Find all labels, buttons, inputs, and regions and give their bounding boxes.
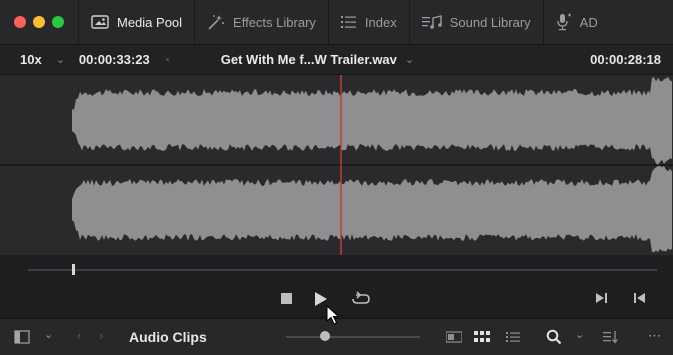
next-frame-icon[interactable] [595, 291, 609, 309]
tab-adr[interactable]: AD [542, 0, 610, 44]
thumbnail-view-icon[interactable] [446, 331, 462, 343]
chevron-down-icon[interactable]: ⌄ [44, 328, 53, 341]
chevron-down-icon[interactable]: ⌄ [575, 328, 584, 341]
tab-label: Index [364, 14, 397, 30]
tab-label: AD [579, 14, 598, 30]
tab-label: Sound Library [449, 14, 531, 30]
zoom-level-dropdown[interactable]: 10x [20, 52, 42, 67]
effects-wand-icon [207, 14, 225, 30]
chevron-down-icon[interactable]: ⌄ [56, 53, 65, 66]
scrubber-track[interactable] [28, 269, 657, 271]
more-icon[interactable]: ⋯ [648, 328, 662, 344]
mouse-cursor-icon [326, 304, 340, 330]
timecode-duration: 00:00:33:23 [78, 52, 150, 67]
media-pool-icon [91, 14, 109, 30]
chevron-down-icon[interactable]: ⌄ [405, 53, 414, 66]
index-list-icon [340, 15, 357, 29]
clip-name-dropdown[interactable]: Get With Me f...W Trailer.wav [221, 52, 397, 67]
sound-library-icon [421, 15, 442, 29]
loop-icon[interactable] [350, 291, 372, 311]
slider-handle[interactable] [320, 331, 330, 341]
tab-sound-library[interactable]: Sound Library [408, 0, 543, 44]
prev-clip-icon[interactable] [633, 291, 647, 309]
zoom-window-button[interactable] [52, 16, 64, 28]
bin-title: Audio Clips [129, 329, 207, 345]
thumbnail-size-slider[interactable] [286, 336, 420, 338]
close-window-button[interactable] [14, 16, 26, 28]
waveform-svg [0, 75, 673, 255]
list-view-icon[interactable] [506, 330, 520, 344]
waveform-channel-2 [72, 165, 672, 253]
waveform-channel-1 [72, 77, 672, 165]
scrubber-handle[interactable] [72, 264, 75, 275]
timecode-playhead: 00:00:28:18 [590, 52, 661, 67]
viewer-header: 10x ⌄ 00:00:33:23 Get With Me f...W Trai… [0, 45, 673, 75]
grid-view-icon[interactable] [474, 330, 490, 344]
adr-mic-icon [556, 13, 572, 31]
tab-media-pool[interactable]: Media Pool [78, 0, 194, 44]
minimize-window-button[interactable] [33, 16, 45, 28]
scrubber-bar[interactable] [0, 255, 673, 285]
sort-icon[interactable] [603, 330, 619, 344]
stop-icon[interactable] [280, 291, 294, 309]
tab-effects-library[interactable]: Effects Library [194, 0, 328, 44]
sidebar-toggle-icon[interactable] [14, 330, 30, 344]
tab-label: Effects Library [233, 14, 316, 30]
separator-dot [165, 58, 169, 61]
window-controls [14, 16, 64, 28]
forward-arrow-icon[interactable]: › [99, 328, 103, 343]
top-toolbar: Media Pool Effects Library Index Sound L… [0, 0, 673, 45]
search-icon[interactable] [546, 329, 562, 345]
tab-label: Media Pool [117, 14, 183, 30]
audio-waveform-viewer[interactable] [0, 75, 673, 255]
tab-index[interactable]: Index [327, 0, 409, 44]
back-arrow-icon[interactable]: ‹ [77, 328, 81, 343]
